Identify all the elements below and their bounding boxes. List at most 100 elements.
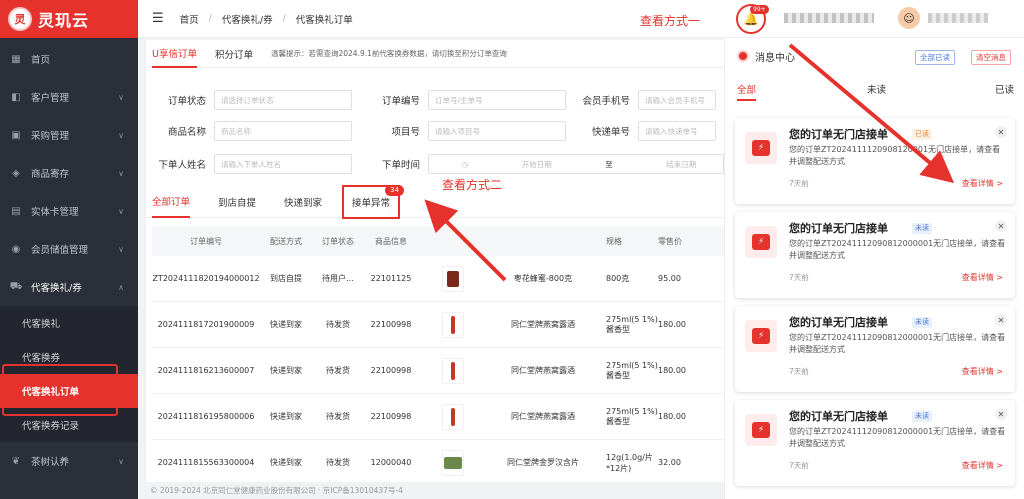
tab-exception[interactable]: 接单异常 34 [342,184,405,219]
cell-spec: 12g(1.0g/片*12片) [606,452,653,473]
store-alert-icon: ⚡ [745,226,777,258]
order-type-tabs: 全部订单 到店自提 快递到家 接单异常 34 [146,184,724,219]
col-status: 订单状态 [322,236,354,246]
sidebar-item-label: 会员储值管理 [31,245,89,256]
close-icon[interactable]: ✕ [995,314,1007,326]
orderer-input[interactable]: 请输入下单人姓名 [214,154,352,174]
cell-goods-name: 同仁堂牌金罗汉含片 [507,458,579,467]
label-order-time: 下单时间 [381,160,420,171]
cell-price: 180.00 [658,366,686,375]
mark-all-read-button[interactable]: 全部已读 [915,50,955,65]
sidebar-item-exchange[interactable]: ⛟ 代客换礼/券 ∧ [0,268,138,306]
cart-icon: ▣ [11,129,21,141]
express-input[interactable]: 请输入快递单号 [638,121,716,141]
view-detail-link[interactable]: 查看详情 > [962,178,1003,189]
cell-order-no: ZT2024111820194000012 [152,274,260,283]
calendar-icon: ◷ [461,159,469,169]
view-detail-link[interactable]: 查看详情 > [962,366,1003,377]
sidebar-item-home[interactable]: ▦ 首页 [0,40,138,78]
sidebar-item-membership[interactable]: ◉ 会员储值管理 ∨ [0,230,138,268]
label-phone: 会员手机号 [582,96,630,107]
table-row[interactable]: 2024111816195800006 快递到家 待发货 22100998 同仁堂牌燕窝… [152,394,724,440]
cell-order-no: 2024111815563300004 [157,458,255,467]
breadcrumb-item[interactable]: 代客换礼/券 [222,12,273,26]
col-goods: 商品信息 [375,236,407,246]
message-card[interactable]: ⚡ 您的订单无门店接单 未读 ✕ 您的订单ZT20241112090812000001无… [735,400,1015,486]
cell-status: 待发货 [326,412,350,421]
user-icon: ◧ [11,91,21,103]
store-alert-icon: ⚡ [745,132,777,164]
close-icon[interactable]: ✕ [995,126,1007,138]
cell-price: 180.00 [658,412,686,421]
view-detail-link[interactable]: 查看详情 > [962,460,1003,471]
sidebar-item-label: 首页 [31,55,51,66]
tab-pickup[interactable]: 到店自提 [218,187,256,217]
sidebar-item-label: 采购管理 [31,131,70,142]
tab-uxiang[interactable]: U享信订单 [152,40,197,68]
label-item: 项目号 [391,127,420,138]
message-card[interactable]: ⚡ 您的订单无门店接单 已读 ✕ 您的订单ZT2024111120908120001无门… [735,118,1015,204]
order-no-input[interactable]: 订单号/主单号 [428,90,566,110]
sidebar-item-storage[interactable]: ◈ 商品寄存 ∨ [0,154,138,192]
submenu-item-coupon[interactable]: 代客换券 [0,340,138,374]
message-card[interactable]: ⚡ 您的订单无门店接单 未读 ✕ 您的订单ZT20241112090812000001无… [735,306,1015,392]
message-title: 您的订单无门店接单 [789,128,888,141]
cell-ship: 快递到家 [270,458,302,467]
breadcrumb-item[interactable]: 首页 [180,12,199,26]
sidebar-item-tea[interactable]: ❦ 茶树认养 ∨ [0,442,138,480]
message-body: 您的订单ZT20241112090812000001无门店接单，请查看并调整配送… [789,333,1006,354]
cell-code: 22100998 [370,366,412,375]
sidebar-item-customers[interactable]: ◧ 客户管理 ∨ [0,78,138,116]
blurred-username [928,13,988,23]
date-separator: 至 [605,159,613,169]
orders-table: 订单编号 配送方式 订单状态 商品信息 规格 零售价 ZT20241118201… [152,226,724,486]
cell-spec: 275ml(5 1%)酱香型 [606,314,658,334]
cell-goods-name: 同仁堂牌燕窝露酒 [511,412,575,421]
tab-all-orders[interactable]: 全部订单 [152,186,191,218]
submenu-item-gift-orders[interactable]: 代客换礼订单 [0,374,138,408]
tab-points[interactable]: 积分订单 [215,41,253,67]
cell-status: 待发货 [326,366,350,375]
tab-delivery[interactable]: 快递到家 [284,187,322,217]
goods-input[interactable]: 商品名称 [214,121,352,141]
col-spec: 规格 [606,236,622,246]
blurred-account [784,13,874,23]
clear-messages-button[interactable]: 清空消息 [971,50,1011,65]
submenu-item-gift[interactable]: 代客换礼 [0,306,138,340]
cell-ship: 快递到家 [270,412,302,421]
table-row[interactable]: 2024111816213600007 快递到家 待发货 22100998 同仁堂牌燕窝… [152,348,724,394]
sidebar-item-label: 代客换礼/券 [31,283,82,294]
table-row[interactable]: ZT2024111820194000012 到店自提 待用户… 22101125 枣花蜂… [152,256,724,302]
item-input[interactable]: 请输入项目号 [428,121,566,141]
breadcrumb: 首页 / 代客换礼/券 / 代客换礼订单 [179,12,353,26]
view-detail-link[interactable]: 查看详情 > [962,272,1003,283]
box-icon: ◈ [12,167,20,179]
close-icon[interactable]: ✕ [995,220,1007,232]
sidebar-item-purchase[interactable]: ▣ 采购管理 ∨ [0,116,138,154]
sidebar-item-cards[interactable]: ▤ 实体卡管理 ∨ [0,192,138,230]
tab-unread-messages[interactable]: 未读 [867,82,886,96]
order-status-select[interactable]: 请选择订单状态 [214,90,352,110]
submenu-item-coupon-records[interactable]: 代客换券记录 [0,408,138,442]
cell-status: 待发货 [326,458,350,467]
tab-all-messages[interactable]: 全部 [737,82,757,101]
date-range-picker[interactable]: ◷ 开始日期 至 结束日期 [428,154,724,174]
cell-code: 22100998 [370,412,412,421]
avatar[interactable]: ☺ [898,7,920,29]
close-icon[interactable]: ✕ [995,408,1007,420]
start-date: 开始日期 [521,159,552,169]
table-row[interactable]: 2024111817201900009 快递到家 待发货 22100998 同仁堂牌燕窝… [152,302,724,348]
col-price: 零售价 [658,236,682,246]
message-card[interactable]: ⚡ 您的订单无门店接单 未读 ✕ 您的订单ZT20241112090812000001无… [735,212,1015,298]
tab-read-messages[interactable]: 已读 [995,82,1014,96]
cell-status: 待用户… [322,274,354,283]
cell-price: 32.00 [658,458,681,467]
label-order-status: 订单状态 [167,96,206,107]
table-row[interactable]: 2024111815563300004 快递到家 待发货 12000040 同仁堂牌金罗… [152,440,724,486]
cell-spec: 275ml(5 1%)酱香型 [606,360,658,380]
chevron-down-icon: ∨ [118,92,124,102]
tab-exception-label: 接单异常 [352,197,391,209]
phone-input[interactable]: 请输入会员手机号 [638,90,716,110]
chevron-down-icon: ∨ [118,130,124,140]
menu-toggle-icon[interactable]: ☰ [152,11,164,26]
